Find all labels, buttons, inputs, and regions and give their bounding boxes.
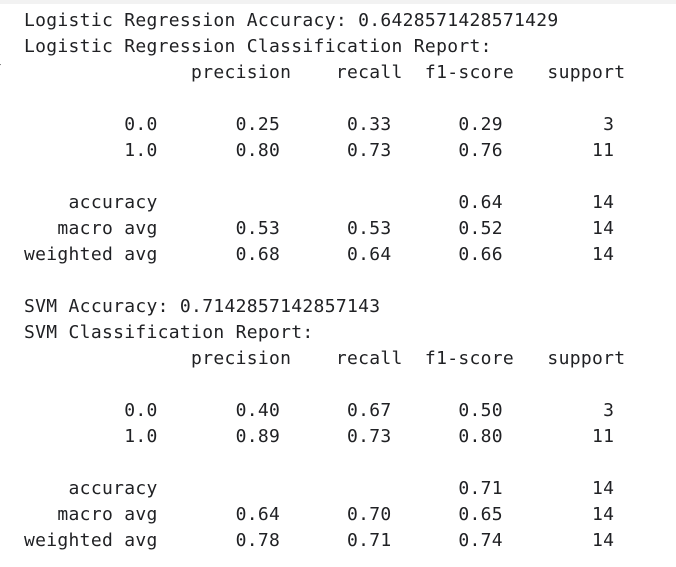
svm-report-header-row: precision recall f1-score support [24, 348, 626, 369]
top-divider [0, 0, 676, 4]
lr-report-header-row: precision recall f1-score support [24, 62, 626, 83]
lr-report-title: Logistic Regression Classification Repor… [24, 36, 492, 57]
svm-report-row-class-1: 1.0 0.89 0.73 0.80 11 [24, 426, 615, 447]
collapse-marker-icon [0, 64, 9, 72]
svm-report-row-accuracy: accuracy 0.71 14 [24, 478, 615, 499]
lr-accuracy-line: Logistic Regression Accuracy: 0.64285714… [24, 10, 559, 31]
svm-report-row-macro-avg: macro avg 0.64 0.70 0.65 14 [24, 504, 615, 525]
cell-output: Logistic Regression Accuracy: 0.64285714… [24, 8, 625, 554]
lr-report-row-class-0: 0.0 0.25 0.33 0.29 3 [24, 114, 615, 135]
lr-report-row-macro-avg: macro avg 0.53 0.53 0.52 14 [24, 218, 615, 239]
lr-report-row-weighted-avg: weighted avg 0.68 0.64 0.66 14 [24, 244, 615, 265]
svm-report-row-class-0: 0.0 0.40 0.67 0.50 3 [24, 400, 615, 421]
svm-report-title: SVM Classification Report: [24, 322, 314, 343]
lr-report-row-accuracy: accuracy 0.64 14 [24, 192, 615, 213]
lr-report-row-class-1: 1.0 0.80 0.73 0.76 11 [24, 140, 615, 161]
svm-report-row-weighted-avg: weighted avg 0.78 0.71 0.74 14 [24, 530, 615, 551]
svm-accuracy-line: SVM Accuracy: 0.7142857142857143 [24, 296, 381, 317]
